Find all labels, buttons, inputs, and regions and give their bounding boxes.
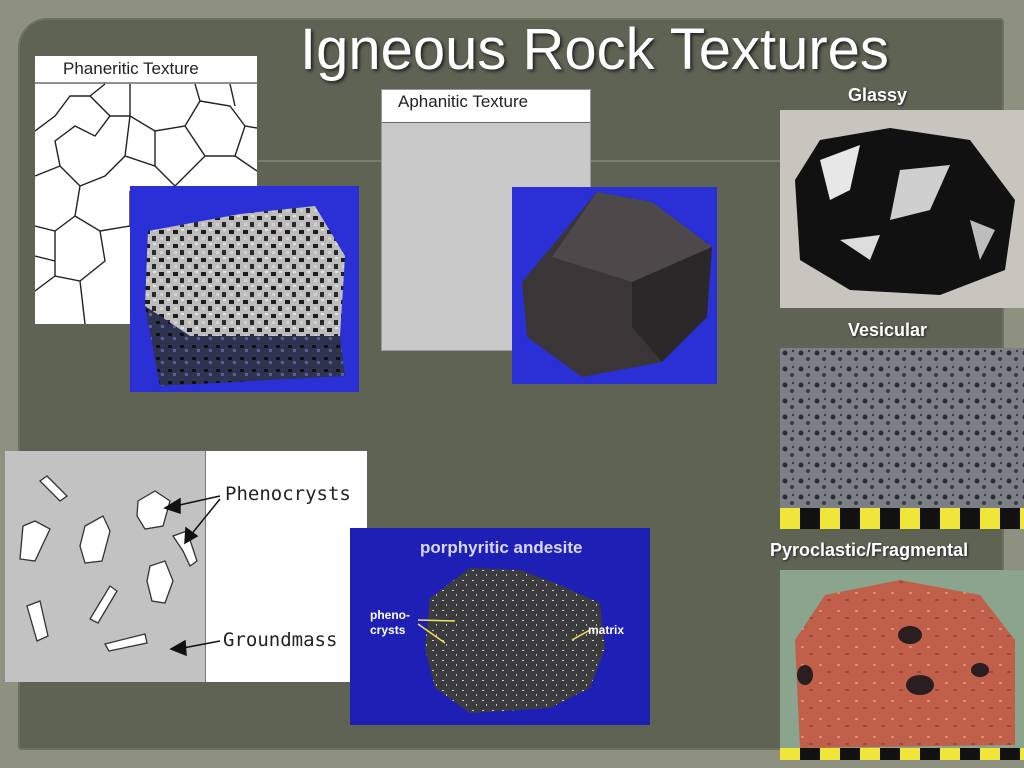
aphanitic-label: Aphanitic Texture <box>398 92 529 111</box>
slide-title: Igneous Rock Textures <box>300 17 889 82</box>
pheno-label-line1: pheno- <box>370 608 410 622</box>
groundmass-label: Groundmass <box>223 629 338 651</box>
granite-rock-illustration <box>145 206 345 386</box>
pumice-illustration <box>780 348 1024 529</box>
obsidian-illustration <box>795 128 1015 295</box>
porphyritic-andesite-photo: porphyritic andesite pheno- crysts matri… <box>350 528 650 725</box>
pheno-label-line2: crysts <box>370 623 406 637</box>
glassy-label: Glassy <box>848 85 908 105</box>
tuff-illustration <box>780 580 1024 760</box>
pyroclastic-label: Pyroclastic/Fragmental <box>770 540 969 560</box>
granite-photo <box>130 186 359 392</box>
vesicular-photo <box>780 348 1024 529</box>
matrix-label: matrix <box>588 623 625 637</box>
pyroclastic-photo <box>780 570 1024 760</box>
basalt-photo <box>512 187 717 384</box>
phenocrysts-label: Phenocrysts <box>225 483 351 505</box>
vesicular-label: Vesicular <box>848 320 928 340</box>
glassy-photo <box>780 110 1024 308</box>
basalt-rock-illustration <box>522 192 712 377</box>
porphyritic-diagram: Phenocrysts Groundmass <box>5 451 367 682</box>
